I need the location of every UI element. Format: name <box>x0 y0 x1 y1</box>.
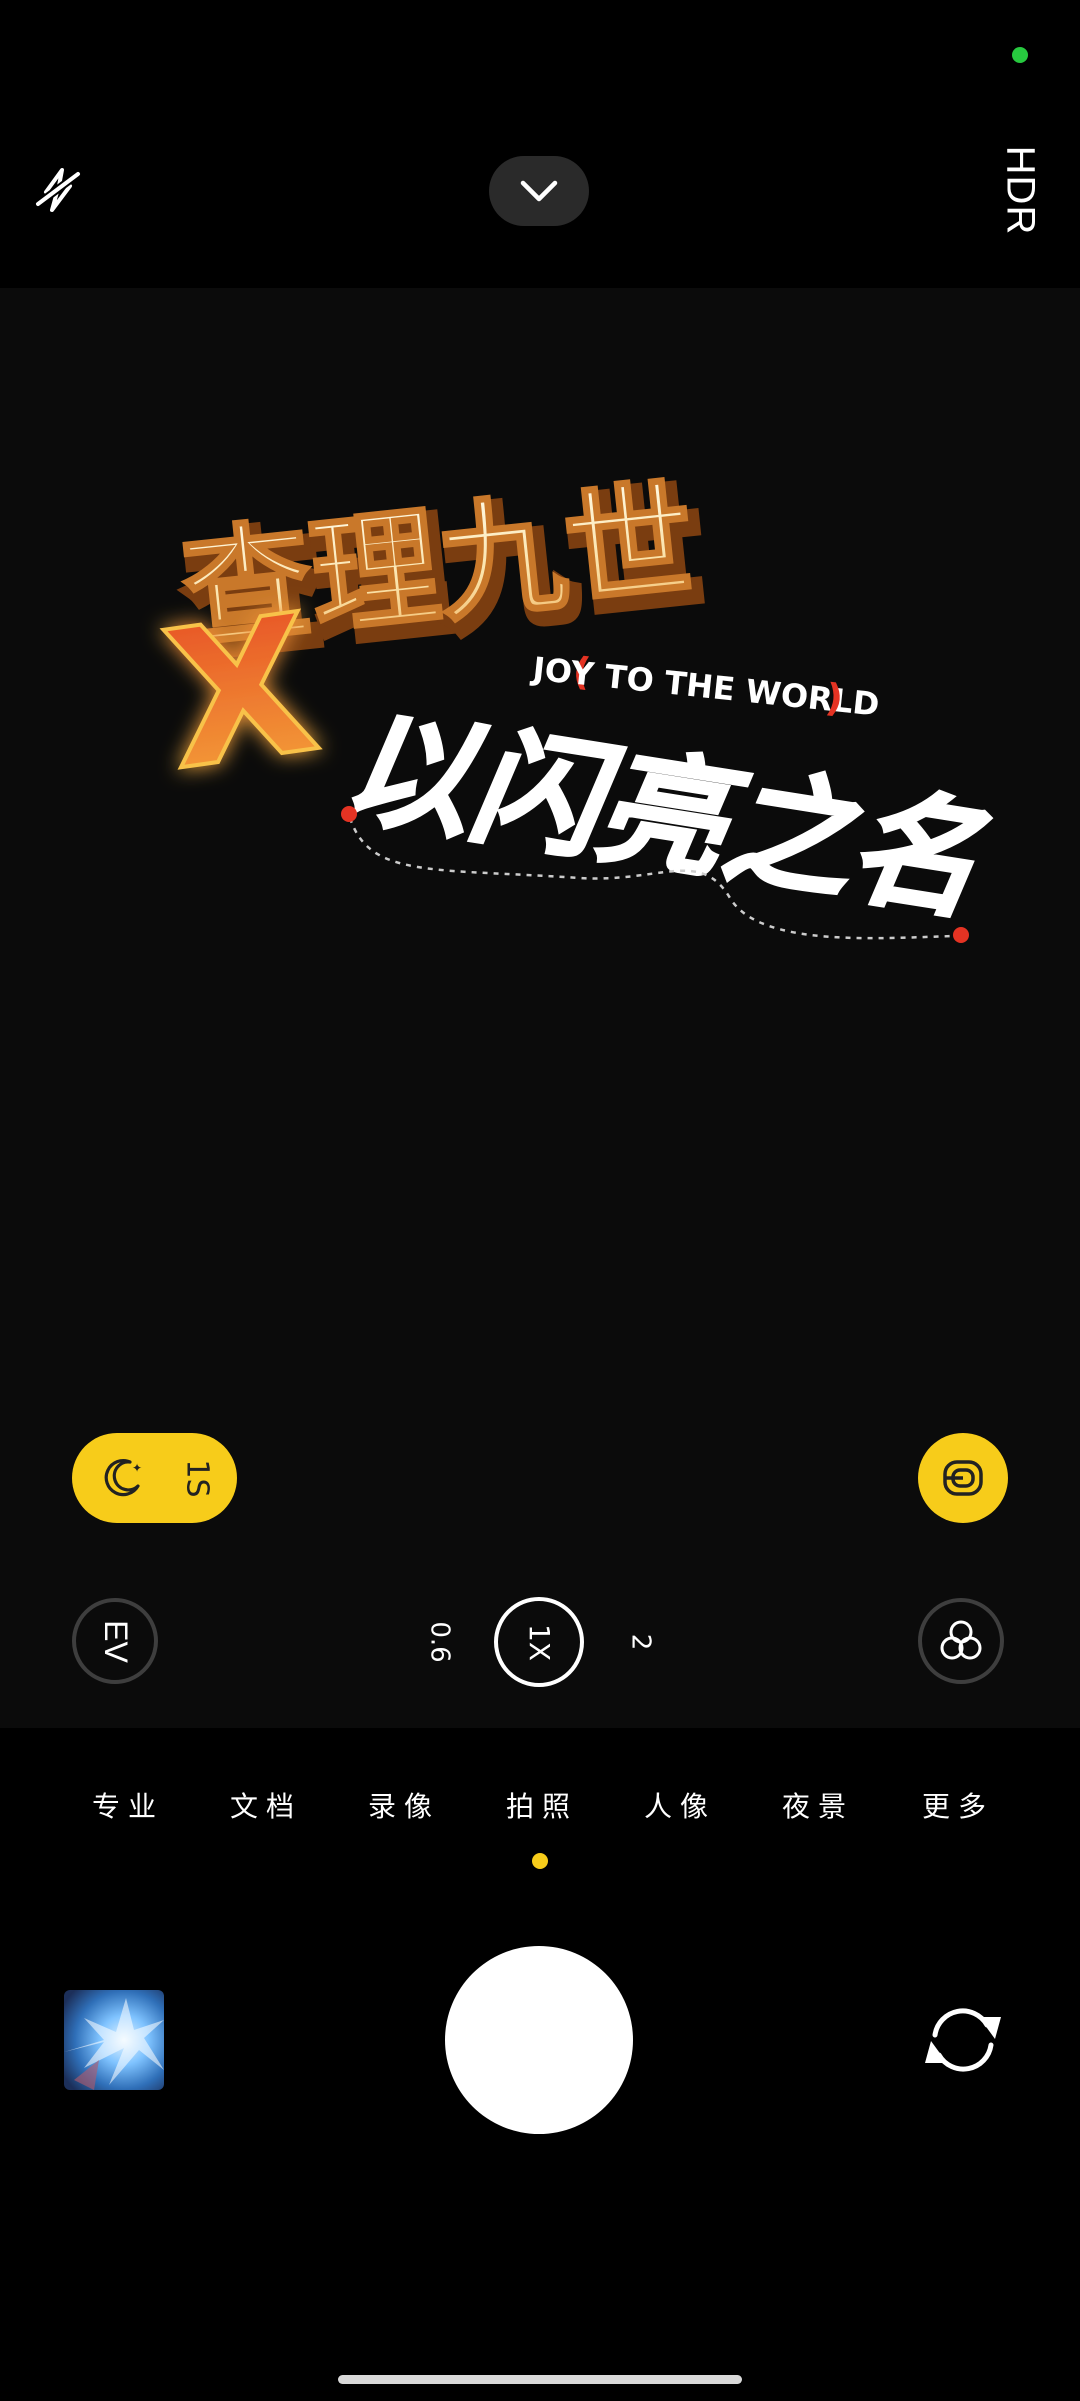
poster-red-dot-left <box>341 806 357 822</box>
camera-mode-bar[interactable]: 专业 文档 录像 拍照 人像 夜景 更多 <box>0 1780 1080 1830</box>
zoom-option-label: 0.6 <box>425 1621 456 1663</box>
zoom-option-label: 1X <box>522 1623 556 1661</box>
mode-document[interactable]: 文档 <box>216 1780 316 1830</box>
camera-flip-icon <box>925 2008 1001 2072</box>
home-indicator[interactable] <box>338 2375 742 2384</box>
mode-portrait[interactable]: 人像 <box>630 1780 730 1830</box>
exposure-label: EV <box>97 1619 134 1663</box>
gallery-thumbnail-image <box>64 1990 164 2090</box>
camera-flip-button[interactable] <box>915 1995 1011 2085</box>
zoom-option-0-6[interactable]: 0.6 <box>420 1620 460 1664</box>
privacy-indicator-dot <box>1012 47 1028 63</box>
zoom-option-1x[interactable]: 1X <box>494 1597 584 1687</box>
stabilization-button[interactable] <box>918 1433 1008 1523</box>
zoom-option-2[interactable]: 2 <box>620 1620 660 1664</box>
poster-cross: X <box>153 573 329 812</box>
mode-pro[interactable]: 专业 <box>78 1780 178 1830</box>
chevron-down-icon <box>520 180 558 202</box>
filter-button[interactable] <box>918 1598 1004 1684</box>
shutter-button[interactable] <box>445 1946 633 2134</box>
svg-text:✦: ✦ <box>132 1461 142 1475</box>
gallery-thumbnail[interactable] <box>64 1990 164 2090</box>
mode-night[interactable]: 夜景 <box>768 1780 868 1830</box>
night-mode-button[interactable]: ✦ 1S <box>72 1433 237 1523</box>
filter-circles-icon <box>940 1620 982 1660</box>
poster-red-dot-right <box>953 927 969 943</box>
poster-subtitle: 以闪亮之名 <box>334 691 995 939</box>
mode-photo[interactable]: 拍照 <box>492 1780 592 1830</box>
flash-toggle-button[interactable] <box>28 160 88 220</box>
mode-video[interactable]: 录像 <box>354 1780 454 1830</box>
mode-more[interactable]: 更多 <box>908 1780 1008 1830</box>
hdr-label: HDR <box>998 145 1043 235</box>
stabilization-icon <box>943 1460 983 1496</box>
moon-icon: ✦ <box>104 1458 142 1497</box>
zoom-option-label: 2 <box>624 1633 655 1651</box>
active-mode-indicator <box>532 1853 548 1869</box>
collapse-settings-button[interactable] <box>489 156 589 226</box>
exposure-button[interactable]: EV <box>72 1598 158 1684</box>
hdr-toggle-button[interactable]: HDR <box>990 140 1050 240</box>
night-mode-duration: 1S <box>179 1458 215 1498</box>
flash-off-icon <box>35 168 81 212</box>
